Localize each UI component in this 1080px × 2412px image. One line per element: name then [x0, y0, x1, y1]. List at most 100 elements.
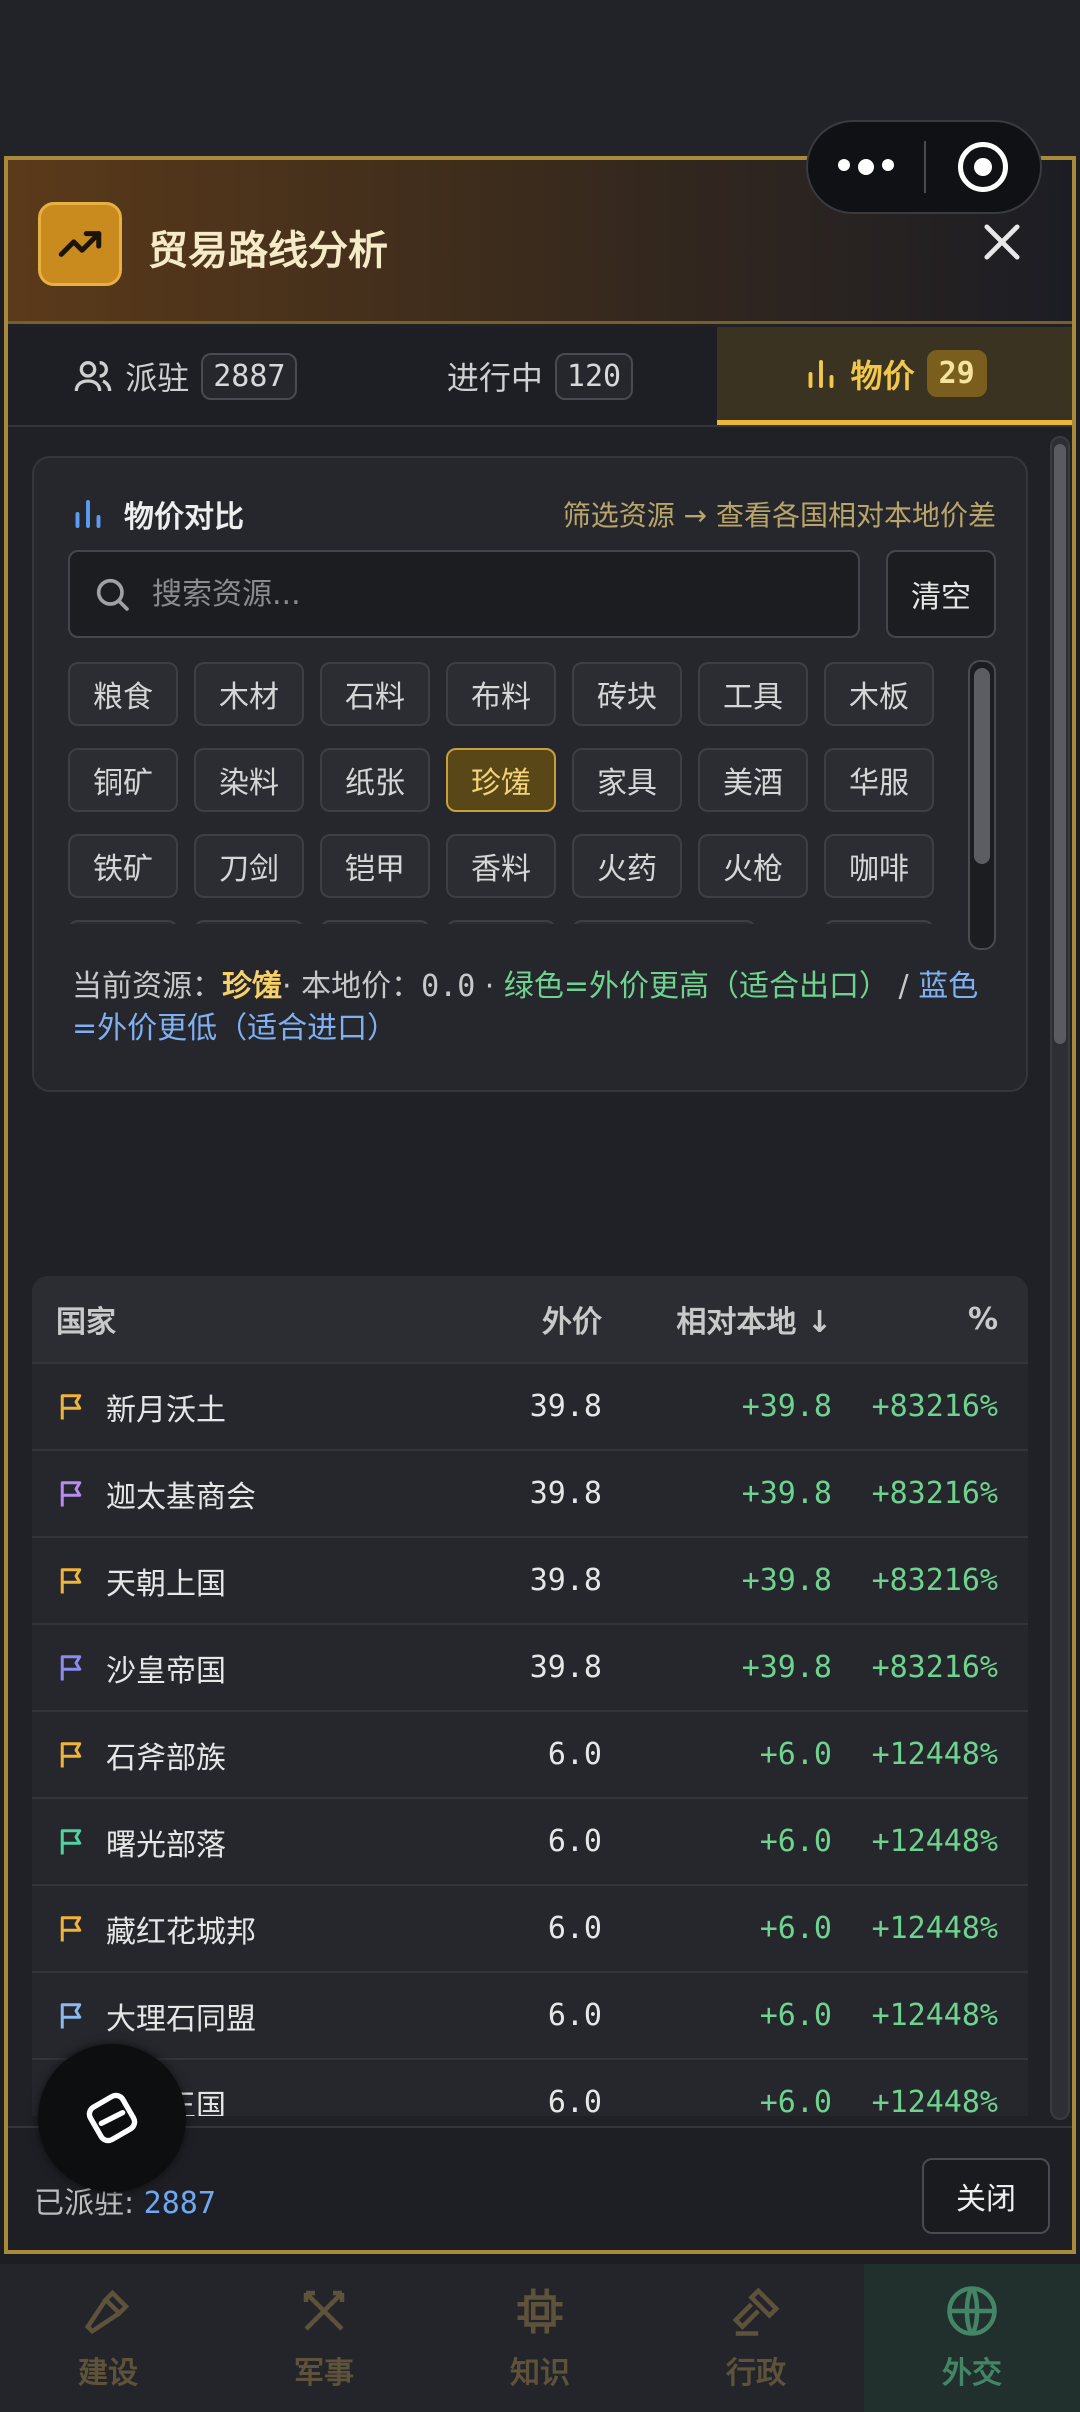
price-table: 国家 外价 相对本地 ↓ % 新月沃土 39.8 +39.8 +83216% 迦太基商会…: [32, 1276, 1028, 2116]
resource-chip[interactable]: 染料: [194, 748, 304, 812]
table-row[interactable]: 迦太基商会 39.8 +39.8 +83216%: [32, 1449, 1028, 1536]
country-cell: 天朝上国: [32, 1559, 472, 1603]
users-icon: [74, 361, 112, 392]
flag-icon: [60, 2002, 82, 2028]
relative-percent: +83216%: [871, 1389, 998, 1424]
resource-chip[interactable]: 铠甲: [320, 834, 430, 898]
nav-item-knowledge[interactable]: 知识: [432, 2264, 648, 2412]
country-cell: 曙光部落: [32, 1820, 472, 1864]
foreign-price: 39.8: [529, 1563, 602, 1598]
tab-in-progress[interactable]: 进行中 120: [363, 327, 718, 425]
relative-diff: +6.0: [759, 1911, 832, 1946]
foreign-price: 6.0: [547, 1998, 602, 2033]
more-options-button[interactable]: [808, 159, 924, 175]
relative-percent: +83216%: [871, 1650, 998, 1685]
close-icon[interactable]: [976, 216, 1028, 268]
resource-chip[interactable]: 木材: [194, 662, 304, 726]
flag-icon: [60, 1741, 82, 1767]
table-row[interactable]: 石斧部族 6.0 +6.0 +12448%: [32, 1710, 1028, 1797]
tab-prices[interactable]: 物价 29: [717, 327, 1072, 425]
bar-chart-icon: [808, 359, 834, 388]
more-icon: [838, 159, 850, 171]
relative-diff: +39.8: [741, 1476, 832, 1511]
content-scrollbar[interactable]: [1050, 436, 1070, 2120]
relative-diff: +6.0: [759, 1737, 832, 1772]
resource-chip[interactable]: 咖啡: [824, 834, 934, 898]
resource-chip[interactable]: 刀剑: [194, 834, 304, 898]
bottom-nav: 建设 军事 知识 行政 外交: [0, 2264, 1080, 2412]
card-title: 物价对比: [70, 492, 244, 536]
tab-count: 29: [926, 350, 987, 397]
table-row[interactable]: 藏红花城邦 6.0 +6.0 +12448%: [32, 1884, 1028, 1971]
local-price-label: · 本地价：: [282, 969, 422, 1004]
resource-chip[interactable]: 纸张: [320, 748, 430, 812]
search-icon: [96, 578, 129, 611]
nav-item-military[interactable]: 军事: [216, 2264, 432, 2412]
resource-chip[interactable]: 粮食: [68, 662, 178, 726]
resource-chip[interactable]: 石料: [320, 662, 430, 726]
relative-percent: +12448%: [871, 1737, 998, 1772]
country-name: 天朝上国: [106, 1566, 226, 1602]
relative-diff: +39.8: [741, 1650, 832, 1685]
resource-chip[interactable]: 棉花: [824, 920, 934, 924]
flag-icon: [60, 1567, 82, 1593]
resource-chip[interactable]: 火枪: [698, 834, 808, 898]
nav-item-admin[interactable]: 行政: [648, 2264, 864, 2412]
resource-chip[interactable]: 香料: [446, 834, 556, 898]
clear-button[interactable]: 清空: [886, 550, 996, 638]
close-miniprogram-button[interactable]: [926, 142, 1040, 192]
resource-chip[interactable]: 布料: [446, 662, 556, 726]
table-header: 国家 外价 相对本地 ↓ %: [32, 1276, 1028, 1362]
resource-chip[interactable]: 工具: [698, 662, 808, 726]
table-row[interactable]: 大理石同盟 6.0 +6.0 +12448%: [32, 1971, 1028, 2058]
country-name: 大理石同盟: [106, 2001, 256, 2037]
relative-percent: +83216%: [871, 1563, 998, 1598]
resource-chip[interactable]: 珍馐: [446, 748, 556, 812]
resource-chip[interactable]: 铜矿: [68, 748, 178, 812]
relative-percent: +12448%: [871, 2085, 998, 2116]
foreign-price: 39.8: [529, 1476, 602, 1511]
header-relative[interactable]: 相对本地 ↓: [602, 1297, 832, 1341]
resource-chip[interactable]: 步枪: [68, 920, 178, 924]
floating-action-button[interactable]: [38, 2044, 186, 2192]
chip-list-scrollbar[interactable]: [968, 660, 996, 950]
country-cell: 新月沃土: [32, 1385, 472, 1429]
resource-chip[interactable]: 铁矿: [68, 834, 178, 898]
resource-chip[interactable]: 弹药: [194, 920, 304, 924]
resource-chip[interactable]: 煤炭: [320, 920, 430, 924]
tab-label: 派驻: [125, 359, 190, 397]
nav-item-diplomacy[interactable]: 外交: [864, 2264, 1080, 2412]
country-cell: 石斧部族: [32, 1733, 472, 1777]
relative-percent: +83216%: [871, 1476, 998, 1511]
table-row[interactable]: 天朝上国 39.8 +39.8 +83216%: [32, 1536, 1028, 1623]
relative-diff: +39.8: [741, 1389, 832, 1424]
resource-chip[interactable]: 制式军火: [572, 920, 756, 924]
flag-icon: [60, 1654, 82, 1680]
header-percent[interactable]: %: [832, 1302, 998, 1337]
header-price[interactable]: 外价: [472, 1297, 602, 1341]
resource-chip[interactable]: 钢材: [446, 920, 556, 924]
relative-diff: +6.0: [759, 2085, 832, 2116]
tab-stationed[interactable]: 派驻 2887: [8, 327, 363, 425]
table-row[interactable]: 沙皇帝国 39.8 +39.8 +83216%: [32, 1623, 1028, 1710]
close-button[interactable]: 关闭: [922, 2158, 1050, 2234]
scrollbar-thumb[interactable]: [1054, 444, 1066, 1044]
foreign-price: 6.0: [547, 1824, 602, 1859]
chip-icon: [517, 2288, 563, 2334]
country-cell: 沙皇帝国: [32, 1646, 472, 1690]
header-country[interactable]: 国家: [32, 1297, 472, 1341]
nav-item-build[interactable]: 建设: [0, 2264, 216, 2412]
resource-chip[interactable]: 华服: [824, 748, 934, 812]
resource-chip[interactable]: 木板: [824, 662, 934, 726]
price-legend: 当前资源：珍馐· 本地价：0.0 · 绿色=外价更高（适合出口） / 蓝色=外价…: [72, 969, 979, 1046]
resource-chip[interactable]: 火药: [572, 834, 682, 898]
relative-diff: +39.8: [741, 1563, 832, 1598]
search-input[interactable]: [152, 576, 832, 612]
resource-chip[interactable]: 美酒: [698, 748, 808, 812]
country-name: 曙光部落: [106, 1827, 226, 1863]
resource-chip[interactable]: 砖块: [572, 662, 682, 726]
country-name: 迦太基商会: [106, 1479, 256, 1515]
resource-chip[interactable]: 家具: [572, 748, 682, 812]
table-row[interactable]: 曙光部落 6.0 +6.0 +12448%: [32, 1797, 1028, 1884]
table-row[interactable]: 新月沃土 39.8 +39.8 +83216%: [32, 1362, 1028, 1449]
